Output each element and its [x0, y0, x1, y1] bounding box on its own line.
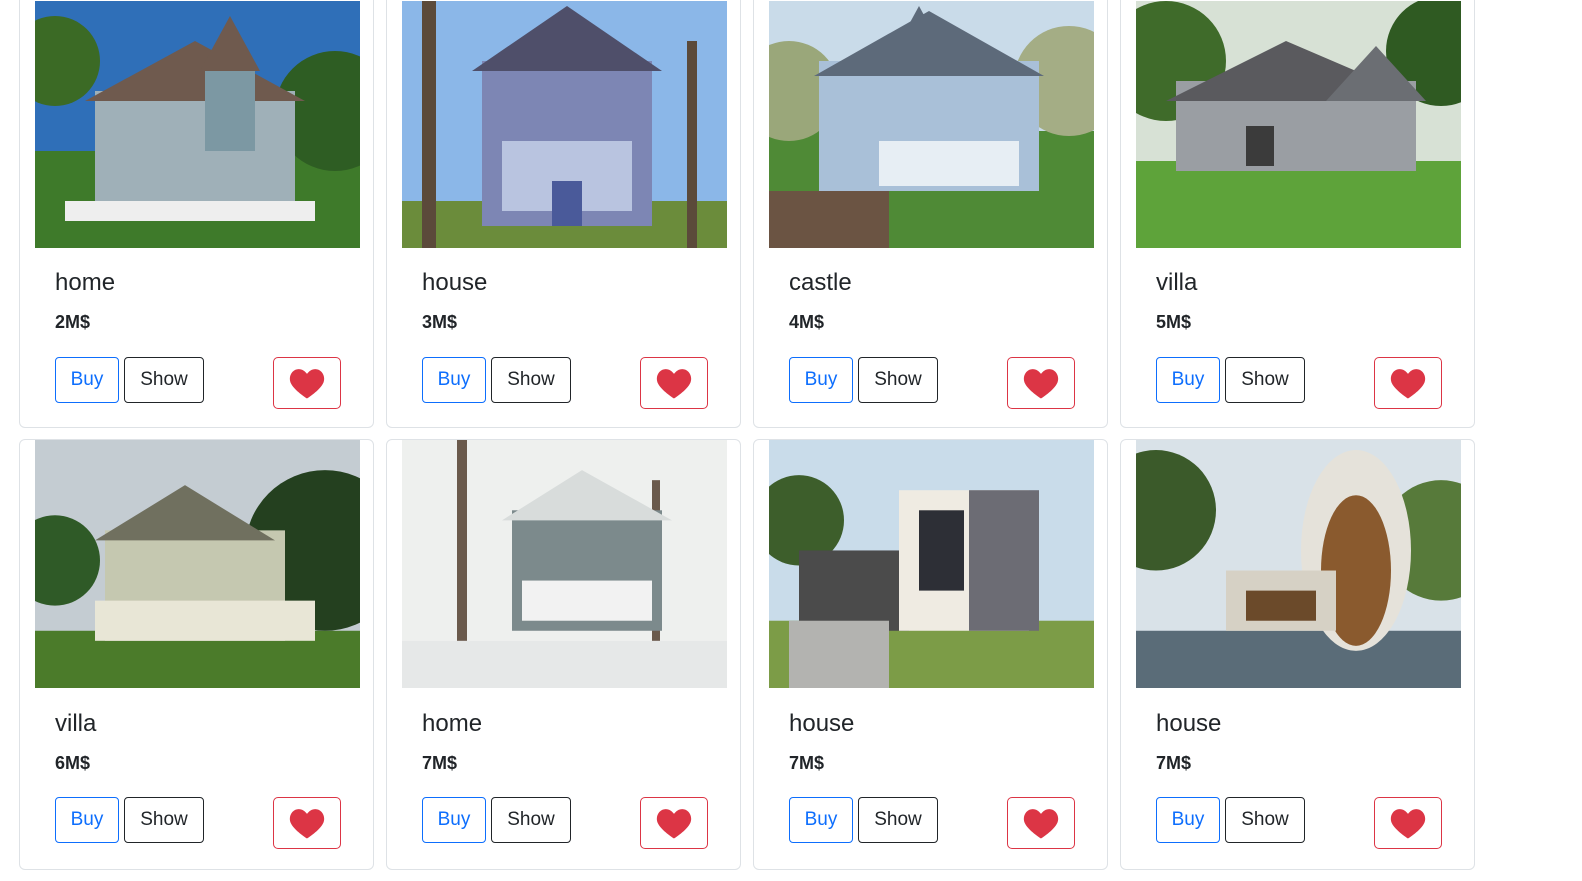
listing-photo[interactable]	[1136, 440, 1461, 688]
listing-photo[interactable]	[402, 440, 727, 688]
listing-card: villa 6M$ Buy Show	[19, 439, 374, 870]
listing-photo[interactable]	[769, 1, 1094, 248]
listing-photo[interactable]	[402, 1, 727, 248]
listing-price: 4M$	[789, 312, 825, 332]
listing-price: 7M$	[422, 753, 458, 773]
show-button[interactable]: Show	[1225, 357, 1305, 403]
favorite-button[interactable]	[1374, 797, 1442, 849]
listing-price: 7M$	[1156, 753, 1192, 773]
favorite-button[interactable]	[1007, 797, 1075, 849]
buy-button[interactable]: Buy	[789, 797, 853, 843]
buy-button[interactable]: Buy	[55, 797, 119, 843]
favorite-button[interactable]	[273, 797, 341, 849]
buy-button[interactable]: Buy	[1156, 797, 1220, 843]
favorite-button[interactable]	[1007, 357, 1075, 409]
heart-icon	[1008, 806, 1074, 840]
listing-price: 3M$	[422, 312, 458, 332]
heart-icon	[1375, 806, 1441, 840]
heart-icon	[1008, 366, 1074, 400]
buy-button[interactable]: Buy	[422, 357, 486, 403]
show-button[interactable]: Show	[858, 797, 938, 843]
buy-button[interactable]: Buy	[422, 797, 486, 843]
listing-card: house 7M$ Buy Show	[1120, 439, 1475, 870]
listing-price: 2M$	[55, 312, 91, 332]
listing-photo[interactable]	[1136, 1, 1461, 248]
heart-icon	[641, 806, 707, 840]
listing-title: house	[1156, 710, 1222, 737]
listing-title: castle	[789, 269, 852, 296]
show-button[interactable]: Show	[491, 357, 571, 403]
favorite-button[interactable]	[273, 357, 341, 409]
listing-card: castle 4M$ Buy Show	[753, 0, 1108, 428]
show-button[interactable]: Show	[858, 357, 938, 403]
listing-card: villa 5M$ Buy Show	[1120, 0, 1475, 428]
buy-button[interactable]: Buy	[55, 357, 119, 403]
listing-card: home 2M$ Buy Show	[19, 0, 374, 428]
listing-card: home 7M$ Buy Show	[386, 439, 741, 870]
listing-price: 7M$	[789, 753, 825, 773]
heart-icon	[1375, 366, 1441, 400]
show-button[interactable]: Show	[491, 797, 571, 843]
listing-photo[interactable]	[769, 440, 1094, 688]
buy-button[interactable]: Buy	[789, 357, 853, 403]
favorite-button[interactable]	[640, 357, 708, 409]
listing-title: villa	[55, 710, 97, 737]
listing-price: 5M$	[1156, 312, 1192, 332]
favorite-button[interactable]	[640, 797, 708, 849]
heart-icon	[641, 366, 707, 400]
heart-icon	[274, 806, 340, 840]
favorite-button[interactable]	[1374, 357, 1442, 409]
listing-photo[interactable]	[35, 440, 360, 688]
listing-price: 6M$	[55, 753, 91, 773]
buy-button[interactable]: Buy	[1156, 357, 1220, 403]
listing-card: house 7M$ Buy Show	[753, 439, 1108, 870]
listing-title: home	[55, 269, 116, 296]
show-button[interactable]: Show	[124, 357, 204, 403]
show-button[interactable]: Show	[124, 797, 204, 843]
listing-card: house 3M$ Buy Show	[386, 0, 741, 428]
listing-title: house	[422, 269, 488, 296]
listing-title: villa	[1156, 269, 1198, 296]
show-button[interactable]: Show	[1225, 797, 1305, 843]
listing-title: house	[789, 710, 855, 737]
listing-title: home	[422, 710, 483, 737]
heart-icon	[274, 366, 340, 400]
listing-photo[interactable]	[35, 1, 360, 248]
